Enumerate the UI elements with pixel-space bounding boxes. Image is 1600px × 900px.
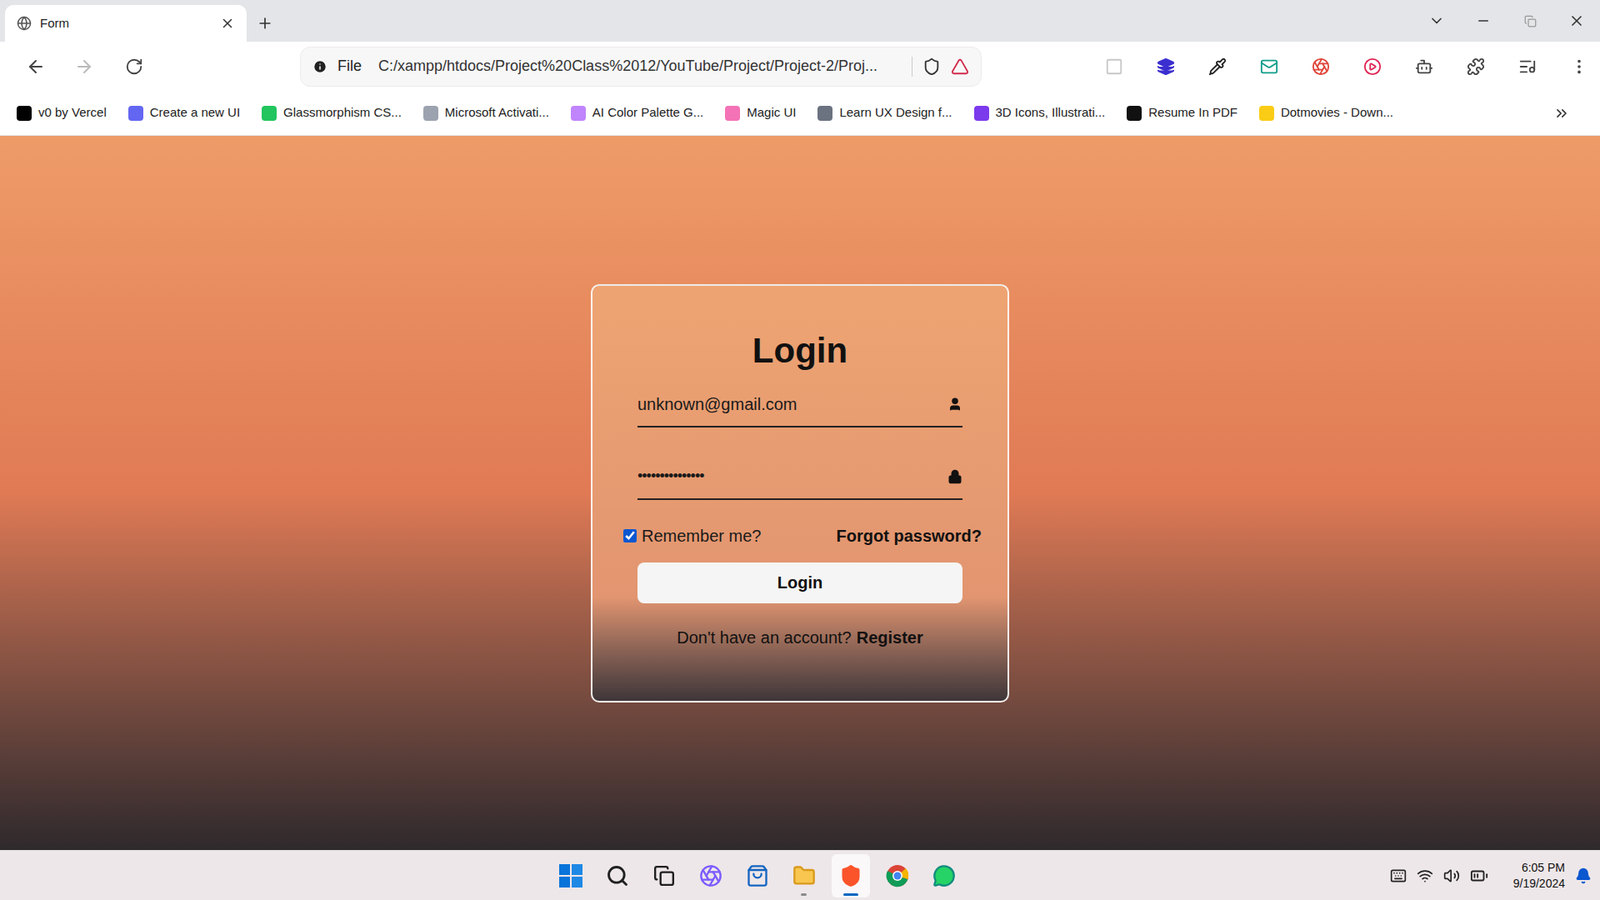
notification-icon[interactable] <box>1575 867 1592 885</box>
running-indicator <box>800 893 807 896</box>
search-icon <box>605 864 630 888</box>
task-view-icon <box>653 865 675 887</box>
brave-rewards-icon[interactable] <box>950 57 970 76</box>
whatsapp-icon <box>932 864 956 888</box>
favicon-icon <box>261 105 277 121</box>
favicon-icon <box>725 105 740 121</box>
bookmark[interactable]: Resume In PDF <box>1126 103 1238 123</box>
store-icon <box>745 864 770 888</box>
bookmark[interactable]: Microsoft Activati... <box>423 103 550 123</box>
reload-icon <box>125 57 144 76</box>
taskbar-app[interactable] <box>785 854 824 898</box>
taskbar-app[interactable] <box>691 854 730 898</box>
bookmark[interactable]: Learn UX Design f... <box>817 103 952 123</box>
login-button[interactable]: Login <box>637 562 963 604</box>
info-icon <box>312 59 328 75</box>
brave-icon <box>839 864 863 888</box>
chrome-icon <box>885 864 910 888</box>
taskbar-app[interactable] <box>878 854 917 898</box>
bookmark[interactable]: Create a new UI <box>128 103 240 123</box>
bookmark[interactable]: Glassmorphism CS... <box>261 103 402 123</box>
user-icon <box>947 396 963 412</box>
close-icon <box>1568 12 1585 30</box>
taskbar-app[interactable] <box>551 854 590 898</box>
favicon-icon <box>16 105 32 121</box>
clock[interactable]: 6:05 PM9/19/2024 <box>1513 860 1565 892</box>
remember-checkbox[interactable]: Remember me? <box>623 523 761 549</box>
favicon-icon <box>128 105 144 121</box>
new-tab-button[interactable] <box>246 5 284 42</box>
back-icon <box>25 56 46 77</box>
media-icon <box>1518 57 1537 76</box>
taskbar-app[interactable] <box>738 854 777 898</box>
favicon-icon <box>1126 105 1142 121</box>
brave-shield-icon[interactable] <box>922 57 941 76</box>
lock-icon <box>947 469 963 485</box>
restore-icon <box>1524 15 1537 28</box>
chevron-down-icon <box>1428 12 1445 30</box>
desktop: Form FileC:/xampp/htdocs/Project%20Class%… <box>0 0 1600 900</box>
battery-icon <box>1470 866 1489 885</box>
register-link[interactable]: Register <box>856 625 924 650</box>
login-card: Login unknown@gmail.com ••••••••••••••• Rem… <box>590 284 1010 703</box>
email-field[interactable]: unknown@gmail.com <box>637 382 963 428</box>
forward-icon <box>74 56 95 77</box>
favicon-icon <box>423 105 439 121</box>
globe-icon <box>16 15 32 31</box>
wifi-icon <box>1416 867 1434 885</box>
favicon-icon <box>1259 105 1275 121</box>
taskbar-app[interactable] <box>831 854 870 898</box>
extension-icon <box>1260 57 1279 76</box>
restore-button[interactable] <box>1506 15 1554 28</box>
taskbar-app[interactable] <box>925 854 964 898</box>
register-row: Don't have an account?Register <box>637 625 963 650</box>
bookmark[interactable]: Magic UI <box>725 103 796 123</box>
bookmark[interactable]: v0 by Vercel <box>16 103 107 123</box>
tab-strip: Form <box>0 0 1600 42</box>
address-bar[interactable]: FileC:/xampp/htdocs/Project%20Class%2012… <box>300 46 982 87</box>
running-indicator <box>843 893 859 896</box>
forgot-password-link[interactable]: Forgot password? <box>836 523 982 549</box>
extension-icon <box>1415 57 1434 76</box>
close-tab-icon[interactable] <box>220 15 235 31</box>
toolbar: FileC:/xampp/htdocs/Project%20Class%2012… <box>0 41 1600 91</box>
bookmarks-bar: v0 by Vercel Create a new UI Glassmorphism… <box>0 90 1600 136</box>
volume-icon <box>1443 867 1460 885</box>
tab-search-button[interactable] <box>1413 12 1460 30</box>
extension-icon <box>1208 57 1227 76</box>
close-window-button[interactable] <box>1553 12 1600 30</box>
plus-icon <box>256 15 274 32</box>
minimize-icon <box>1475 13 1491 29</box>
bookmark[interactable]: Dotmovies - Down... <box>1259 103 1394 123</box>
background-photo: Login unknown@gmail.com ••••••••••••••• Rem… <box>0 135 1600 850</box>
login-title: Login <box>637 329 963 373</box>
forward-button[interactable] <box>60 56 109 77</box>
extension-icon <box>1156 57 1175 76</box>
extension-icon <box>1311 57 1330 76</box>
keyboard-icon <box>1390 867 1407 885</box>
bookmark[interactable]: AI Color Palette G... <box>570 103 704 123</box>
reload-button[interactable] <box>108 57 160 76</box>
back-button[interactable] <box>11 56 60 77</box>
explorer-icon <box>792 864 816 888</box>
menu-icon <box>1570 57 1589 76</box>
taskbar-app[interactable] <box>645 854 684 898</box>
windows-icon <box>559 864 583 888</box>
copilot-icon <box>699 864 723 888</box>
browser-tab[interactable]: Form <box>5 5 247 42</box>
favicon-icon <box>817 105 833 121</box>
extension-icon <box>1105 57 1124 76</box>
minimize-button[interactable] <box>1460 13 1507 29</box>
bookmark[interactable]: 3D Icons, Illustrati... <box>974 103 1106 123</box>
extension-icon <box>1363 57 1382 76</box>
more-bookmarks-icon[interactable] <box>1553 105 1570 122</box>
system-tray[interactable]: 6:05 PM9/19/2024 <box>1390 860 1600 892</box>
options-row: Remember me? Forgot password? <box>623 523 982 549</box>
extensions-icon <box>1466 57 1485 76</box>
taskbar: 6:05 PM9/19/2024 <box>0 850 1600 900</box>
favicon-icon <box>570 105 586 121</box>
favicon-icon <box>974 105 990 121</box>
taskbar-app[interactable] <box>598 854 637 898</box>
password-field[interactable]: ••••••••••••••• <box>637 455 963 500</box>
